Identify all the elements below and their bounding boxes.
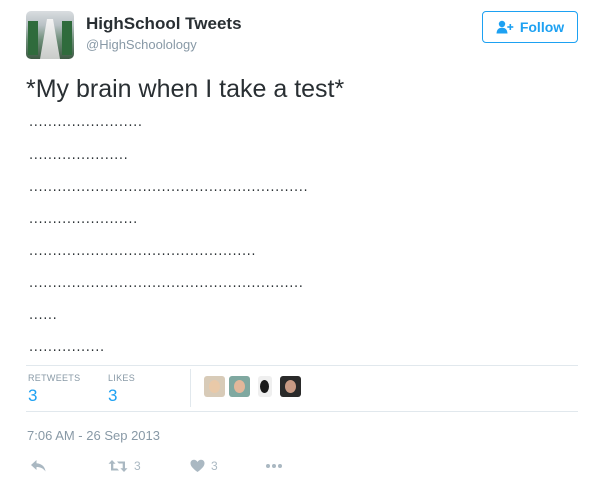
- heart-icon: [190, 459, 205, 473]
- retweet-icon: [108, 459, 128, 473]
- follow-user-icon: [496, 20, 514, 34]
- like-action-count: 3: [211, 459, 218, 473]
- more-button[interactable]: [265, 456, 283, 476]
- liker-avatar[interactable]: [280, 376, 301, 397]
- like-button[interactable]: 3: [190, 456, 218, 476]
- retweets-label[interactable]: RETWEETS: [28, 373, 80, 383]
- more-icon: [265, 463, 283, 469]
- tweet-card: HighSchool Tweets @HighSchoolology Follo…: [0, 0, 600, 498]
- dot-line: ................: [29, 340, 105, 355]
- avatar-lockers-right: [62, 21, 72, 55]
- reply-button[interactable]: [30, 456, 47, 476]
- dot-line: ........................................…: [29, 180, 309, 195]
- likes-label[interactable]: LIKES: [108, 373, 135, 383]
- avatar-lockers-left: [28, 21, 38, 55]
- dot-line: ......: [29, 308, 58, 323]
- retweet-action-count: 3: [134, 459, 141, 473]
- liker-avatar[interactable]: [204, 376, 225, 397]
- dot-line: .......................: [29, 212, 138, 227]
- retweets-count[interactable]: 3: [28, 386, 37, 406]
- liker-avatars: [204, 376, 301, 397]
- avatar-hallway: [40, 19, 60, 59]
- stats-vertical-divider: [190, 369, 191, 407]
- dot-line: .....................: [29, 148, 129, 163]
- likes-count[interactable]: 3: [108, 386, 117, 406]
- tweet-timestamp[interactable]: 7:06 AM - 26 Sep 2013: [27, 428, 160, 443]
- reply-icon: [30, 459, 47, 473]
- author-display-name[interactable]: HighSchool Tweets: [86, 14, 242, 34]
- liker-avatar[interactable]: [229, 376, 250, 397]
- dot-line: ........................................…: [29, 276, 304, 291]
- stats-top-divider: [26, 365, 578, 366]
- author-avatar[interactable]: [26, 11, 74, 59]
- dot-line: ........................................…: [29, 244, 257, 259]
- liker-avatar[interactable]: [258, 376, 272, 397]
- dot-line: ........................: [29, 115, 143, 130]
- stats-bottom-divider: [26, 411, 578, 412]
- author-handle[interactable]: @HighSchoolology: [86, 37, 197, 52]
- follow-button[interactable]: Follow: [482, 11, 578, 43]
- tweet-text: *My brain when I take a test*: [26, 75, 345, 103]
- follow-button-label: Follow: [519, 19, 565, 35]
- retweet-button[interactable]: 3: [108, 456, 141, 476]
